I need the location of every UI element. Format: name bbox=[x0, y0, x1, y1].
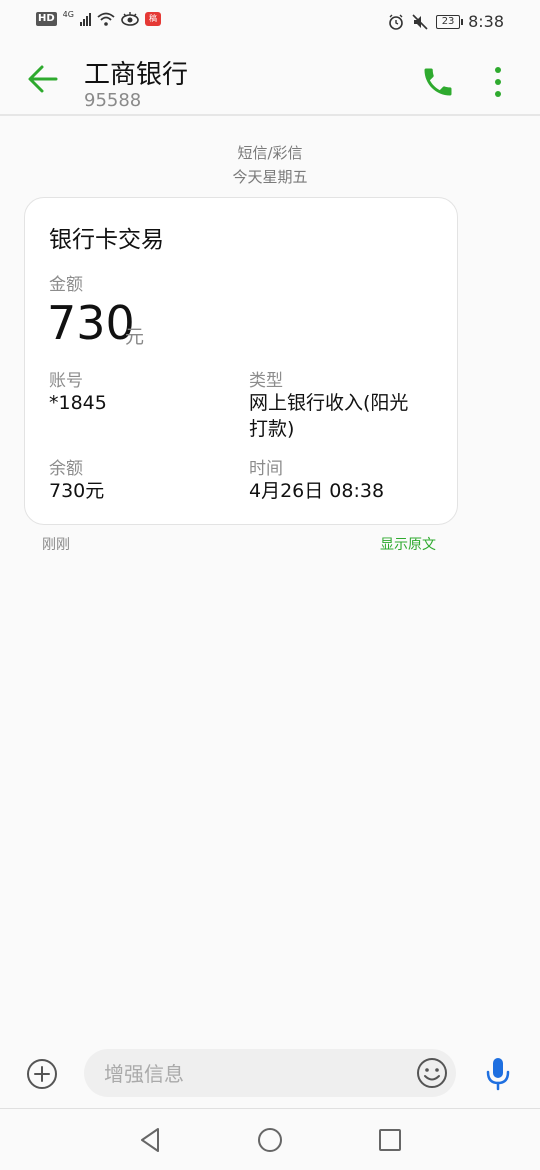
app-notification-icon: 稿 bbox=[144, 12, 161, 26]
transaction-card[interactable]: 银行卡交易 金额 730 元 账号 *1845 类型 网上银行收入(阳光 打款)… bbox=[24, 197, 458, 525]
amount-unit: 元 bbox=[125, 326, 145, 348]
time-label: 时间 bbox=[249, 459, 283, 479]
nav-home-icon[interactable] bbox=[256, 1126, 284, 1154]
eye-icon bbox=[121, 12, 139, 26]
message-time: 刚刚 bbox=[42, 537, 70, 553]
status-bar: HD 4G 稿 23 8:38 bbox=[0, 0, 540, 46]
phone-icon[interactable] bbox=[420, 64, 456, 100]
amount-label: 金额 bbox=[49, 275, 83, 295]
type-value-line2: 打款) bbox=[249, 418, 295, 440]
status-right: 23 8:38 bbox=[388, 12, 504, 31]
add-attachment-icon[interactable] bbox=[26, 1058, 58, 1090]
microphone-icon[interactable] bbox=[484, 1056, 512, 1092]
mute-icon bbox=[412, 13, 428, 30]
system-nav-bar bbox=[0, 1109, 540, 1170]
balance-label: 余额 bbox=[49, 459, 83, 479]
message-input[interactable] bbox=[102, 1049, 406, 1099]
contact-number: 95588 bbox=[84, 90, 142, 111]
emoji-icon[interactable] bbox=[416, 1057, 448, 1089]
clock: 8:38 bbox=[468, 12, 504, 31]
battery-icon: 23 bbox=[436, 14, 464, 29]
type-value-line1: 网上银行收入(阳光 bbox=[249, 392, 409, 414]
contact-name: 工商银行 bbox=[84, 60, 189, 90]
message-channel: 短信/彩信 bbox=[237, 144, 303, 162]
back-arrow-icon[interactable] bbox=[26, 62, 60, 96]
card-title: 银行卡交易 bbox=[49, 227, 164, 253]
time-value: 4月26日 08:38 bbox=[249, 480, 385, 502]
hd-icon: HD bbox=[36, 12, 57, 26]
alarm-icon bbox=[389, 14, 403, 30]
conversation-header: 工商银行 95588 bbox=[0, 46, 540, 114]
network-type: 4G bbox=[62, 9, 74, 19]
status-left: HD 4G 稿 bbox=[36, 9, 161, 26]
more-options-icon[interactable] bbox=[484, 64, 512, 100]
header-divider bbox=[0, 114, 540, 116]
account-value: *1845 bbox=[49, 392, 107, 414]
show-original-link[interactable]: 显示原文 bbox=[380, 534, 436, 554]
signal-icon bbox=[79, 12, 91, 26]
nav-recent-apps-icon[interactable] bbox=[376, 1126, 404, 1154]
account-label: 账号 bbox=[49, 371, 83, 391]
message-composer bbox=[0, 1040, 540, 1106]
amount-value: 730 bbox=[47, 296, 135, 350]
balance-value: 730元 bbox=[49, 480, 105, 502]
nav-back-icon[interactable] bbox=[136, 1126, 164, 1154]
message-input-container bbox=[84, 1049, 456, 1099]
message-day: 今天星期五 bbox=[232, 168, 308, 186]
wifi-icon bbox=[97, 12, 115, 26]
type-label: 类型 bbox=[249, 371, 283, 391]
